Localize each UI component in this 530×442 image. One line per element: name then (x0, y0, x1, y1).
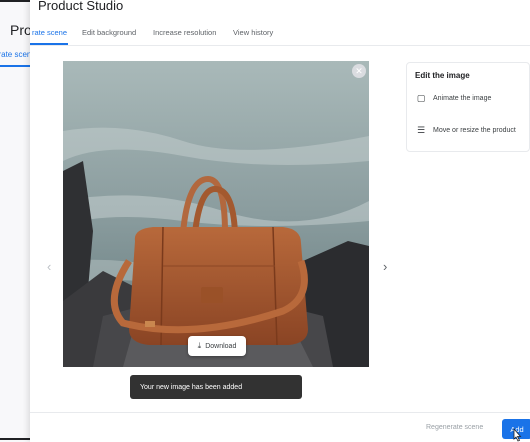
product-studio-panel: Product Studio rate scene Edit backgroun… (30, 0, 530, 442)
tab-edit-background[interactable]: Edit background (82, 28, 136, 37)
pointer-cursor-icon (513, 428, 522, 442)
animate-image-label: Animate the image (433, 95, 492, 102)
footer-bar: Regenerate scene Add (30, 412, 530, 442)
download-label: Download (205, 342, 237, 350)
animate-icon: ▢ (416, 93, 426, 103)
background-divider (0, 0, 32, 2)
download-icon: ⤓ (197, 341, 202, 350)
background-tab-underline (0, 65, 30, 67)
next-image-icon[interactable]: › (383, 259, 387, 274)
edit-panel-title: Edit the image (415, 71, 470, 80)
active-tab-indicator (30, 43, 68, 45)
product-photo (63, 61, 369, 367)
move-resize-option[interactable]: ☰ Move or resize the product (415, 125, 516, 136)
download-button[interactable]: ⤓ Download (188, 336, 246, 356)
edit-image-panel: Edit the image ▢ Animate the image ☰ Mov… (406, 62, 530, 152)
animate-image-option[interactable]: ▢ Animate the image (415, 93, 492, 104)
regenerate-scene-button[interactable]: Regenerate scene (426, 424, 483, 431)
move-resize-icon: ☰ (416, 125, 426, 135)
tab-bar: rate scene Edit background Increase reso… (30, 22, 530, 46)
previous-image-icon[interactable]: ‹ (47, 259, 51, 274)
snackbar-message: Your new image has been added (140, 383, 243, 391)
tab-generate-scene[interactable]: rate scene (32, 28, 67, 37)
close-icon[interactable]: ✕ (352, 64, 366, 78)
page-title: Product Studio (38, 0, 124, 13)
tab-increase-resolution[interactable]: Increase resolution (153, 28, 216, 37)
image-card: ‹ › (35, 53, 397, 367)
background-bottom-divider (0, 438, 34, 440)
tab-view-history[interactable]: View history (233, 28, 273, 37)
snackbar: Your new image has been added (130, 375, 302, 399)
move-resize-label: Move or resize the product (433, 127, 516, 134)
bag-on-rocks-image (63, 61, 369, 367)
